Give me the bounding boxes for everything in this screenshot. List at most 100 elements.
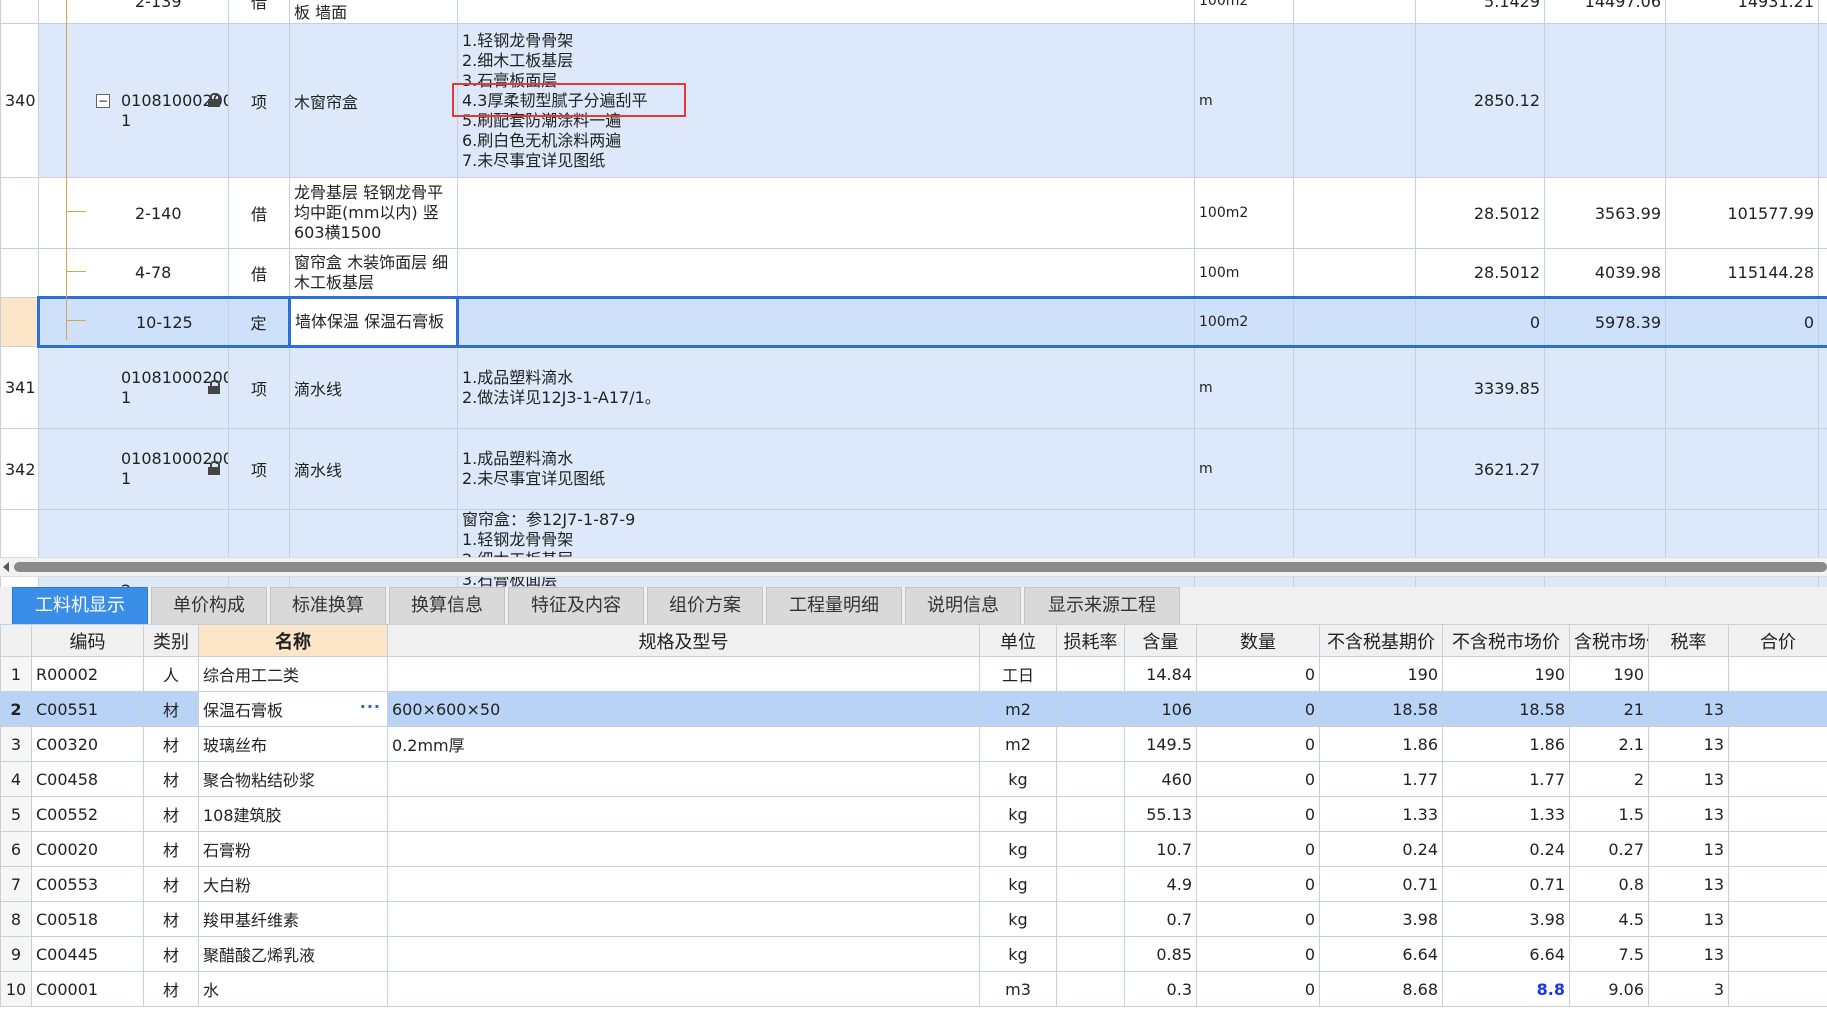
table-row[interactable]: 3 C00320 材玻璃丝布 0.2mm厚 m2 149.5 0 1.86 1.86 2.1 13 [0, 726, 1827, 762]
item-desc[interactable] [457, 0, 1195, 24]
resource-taxed-price[interactable]: 190 [1569, 656, 1649, 692]
column-header[interactable]: 类别 [143, 624, 199, 657]
table-row[interactable]: 340 − 01081000200 1 项 木窗帘盒 1.轻钢龙骨骨架 2.细木… [0, 23, 1827, 178]
table-row[interactable]: 5 C00552 材 108建筑胶 kg 55.13 0 1.33 1.33 1.5 13 [0, 796, 1827, 832]
item-name[interactable]: 木窗帘盒 [289, 23, 458, 178]
horizontal-scrollbar[interactable] [0, 557, 1827, 577]
resource-name[interactable]: 保温石膏板 ··· [198, 691, 388, 727]
item-desc[interactable] [457, 248, 1195, 298]
item-name[interactable]: 滴水线 [289, 346, 458, 429]
column-header[interactable]: 含量 [1124, 624, 1197, 657]
column-header[interactable]: 税率 [1648, 624, 1729, 657]
resource-name[interactable]: 羧甲基纤维素 [198, 901, 388, 937]
resource-market-price[interactable]: 6.64 [1442, 936, 1570, 972]
resource-taxed-price[interactable]: 0.27 [1569, 831, 1649, 867]
table-row-selected[interactable]: 10-125 定 墙体保温 保温石膏板 100m2 0 5978.39 0 [0, 296, 1827, 348]
item-code[interactable]: 2-140 [38, 177, 229, 249]
resource-taxed-price[interactable]: 1.5 [1569, 796, 1649, 832]
resource-market-price[interactable]: 1.77 [1442, 761, 1570, 797]
column-header[interactable]: 数量 [1196, 624, 1320, 657]
tab-standard-conversion[interactable]: 标准换算 [270, 587, 386, 625]
item-name[interactable]: 窗帘盒 木装饰面层 细木工板基层 [289, 248, 458, 298]
resource-market-price[interactable]: 18.58 [1442, 691, 1570, 727]
table-row[interactable]: 2-139 借 板 墙面 100m2 5.1429 14497.06 14931… [0, 0, 1827, 24]
column-header[interactable]: 不含税市场价 [1442, 624, 1570, 657]
table-row[interactable]: 8 C00518 材羧甲基纤维素 kg 0.7 0 3.98 3.98 4.5 13 [0, 901, 1827, 937]
item-name-editor[interactable]: 墙体保温 保温石膏板 [288, 296, 459, 348]
resource-market-price[interactable]: 190 [1442, 656, 1570, 692]
resource-taxed-price[interactable]: 4.5 [1569, 901, 1649, 937]
resource-spec[interactable]: 0.2mm厚 [387, 726, 980, 762]
table-row[interactable]: 341 01081000200 1 项 滴水线 1.成品塑料滴水 2.做法详见1… [0, 346, 1827, 429]
item-desc[interactable] [457, 177, 1195, 249]
table-row[interactable]: 6 C00020 材石膏粉 kg 10.7 0 0.24 0.24 0.27 13 [0, 831, 1827, 867]
resource-content[interactable]: 106 [1124, 691, 1197, 727]
resource-name[interactable]: 聚醋酸乙烯乳液 [198, 936, 388, 972]
resource-spec[interactable] [387, 971, 980, 1007]
column-header[interactable]: 损耗率 [1056, 624, 1125, 657]
resource-name[interactable]: 玻璃丝布 [198, 726, 388, 762]
item-code[interactable]: 01081000200 1 [38, 346, 229, 429]
table-row-selected[interactable]: 2 C00551 材保温石膏板 ··· 600×600×50 m2 106 0 18.58 18.… [0, 691, 1827, 727]
item-code[interactable]: 2-139 [38, 0, 229, 24]
resource-spec[interactable] [387, 866, 980, 902]
resource-taxed-price[interactable]: 2.1 [1569, 726, 1649, 762]
resource-content[interactable]: 0.85 [1124, 936, 1197, 972]
resource-taxed-price[interactable]: 7.5 [1569, 936, 1649, 972]
resource-name[interactable]: 水 [198, 971, 388, 1007]
resource-name[interactable]: 聚合物粘结砂浆 [198, 761, 388, 797]
resource-market-price[interactable]: 8.8 [1442, 971, 1570, 1007]
resource-taxed-price[interactable]: 21 [1569, 691, 1649, 727]
resource-content[interactable]: 14.84 [1124, 656, 1197, 692]
item-name[interactable]: 龙骨基层 轻钢龙骨平均中距(mm以内) 竖603横1500 [289, 177, 458, 249]
column-header[interactable]: 规格及型号 [387, 624, 980, 657]
tab-conversion-info[interactable]: 换算信息 [389, 587, 505, 625]
tab-notes[interactable]: 说明信息 [905, 587, 1021, 625]
table-row[interactable]: 9 C00445 材聚醋酸乙烯乳液 kg 0.85 0 6.64 6.64 7.5 13 [0, 936, 1827, 972]
resource-market-price[interactable]: 0.24 [1442, 831, 1570, 867]
table-row[interactable]: 2-140 借 龙骨基层 轻钢龙骨平均中距(mm以内) 竖603横1500 10… [0, 177, 1827, 249]
resource-content[interactable]: 460 [1124, 761, 1197, 797]
item-qty[interactable]: 2850.12 [1415, 23, 1545, 178]
resource-spec[interactable] [387, 761, 980, 797]
resource-spec[interactable] [387, 831, 980, 867]
item-code[interactable]: − 01081000200 1 [38, 23, 229, 178]
column-header[interactable]: 不含税基期价 [1319, 624, 1443, 657]
item-desc[interactable] [457, 296, 1195, 348]
tab-quantity-details[interactable]: 工程量明细 [766, 587, 902, 625]
tab-features[interactable]: 特征及内容 [508, 587, 644, 625]
resource-market-price[interactable]: 3.98 [1442, 901, 1570, 937]
resource-spec[interactable] [387, 796, 980, 832]
tab-unit-price[interactable]: 单价构成 [151, 587, 267, 625]
item-code[interactable]: 01081000200 1 [38, 428, 229, 510]
item-qty[interactable]: 28.5012 [1415, 177, 1545, 249]
resource-spec[interactable] [387, 656, 980, 692]
resource-content[interactable]: 149.5 [1124, 726, 1197, 762]
item-desc[interactable]: 1.成品塑料滴水 2.未尽事宜详见图纸 [457, 428, 1195, 510]
item-code[interactable]: 10-125 [37, 296, 229, 348]
table-row[interactable]: 10 C00001 材水 m3 0.3 0 8.68 8.8 9.06 3 [0, 971, 1827, 1007]
collapse-icon[interactable]: − [96, 94, 110, 108]
item-desc[interactable]: 1.成品塑料滴水 2.做法详见12J3-1-A17/1。 [457, 346, 1195, 429]
tab-source-project[interactable]: 显示来源工程 [1024, 587, 1180, 625]
scrollbar-thumb[interactable] [14, 562, 1827, 572]
resource-taxed-price[interactable]: 9.06 [1569, 971, 1649, 1007]
resource-name[interactable]: 石膏粉 [198, 831, 388, 867]
item-name[interactable]: 板 墙面 [289, 0, 458, 24]
column-header[interactable]: 单位 [979, 624, 1057, 657]
item-code[interactable]: 4-78 [38, 248, 229, 298]
more-options-icon[interactable]: ··· [360, 697, 381, 716]
resource-spec[interactable] [387, 901, 980, 937]
resource-content[interactable]: 10.7 [1124, 831, 1197, 867]
tab-labor-material[interactable]: 工料机显示 [12, 587, 148, 625]
resource-taxed-price[interactable]: 0.8 [1569, 866, 1649, 902]
resource-content[interactable]: 0.3 [1124, 971, 1197, 1007]
table-row[interactable]: 7 C00553 材大白粉 kg 4.9 0 0.71 0.71 0.8 13 [0, 866, 1827, 902]
item-qty[interactable]: 3621.27 [1415, 428, 1545, 510]
item-qty[interactable]: 28.5012 [1415, 248, 1545, 298]
table-row[interactable]: 4 C00458 材聚合物粘结砂浆 kg 460 0 1.77 1.77 2 13 [0, 761, 1827, 797]
resource-spec[interactable]: 600×600×50 [387, 691, 980, 727]
item-name[interactable]: 滴水线 [289, 428, 458, 510]
table-row[interactable]: 342 01081000200 1 项 滴水线 1.成品塑料滴水 2.未尽事宜详… [0, 428, 1827, 510]
resource-name[interactable]: 108建筑胶 [198, 796, 388, 832]
